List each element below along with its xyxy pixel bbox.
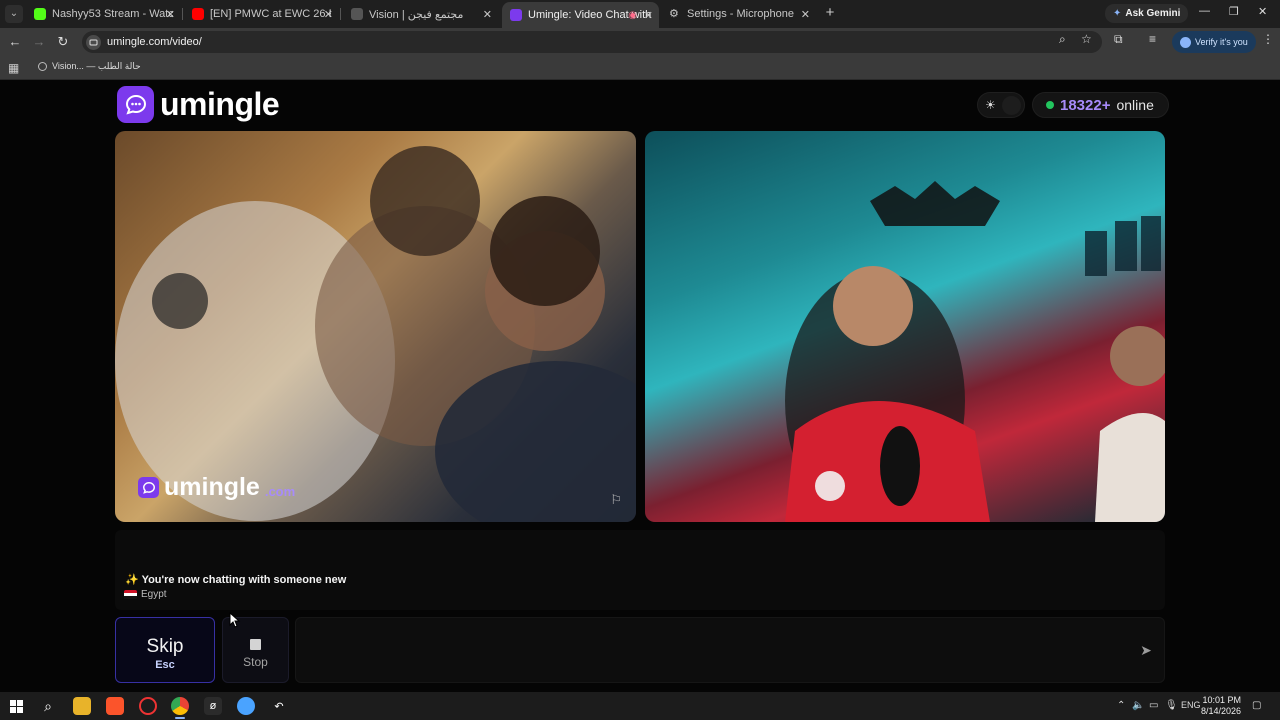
theme-toggle[interactable]: ☀ (977, 92, 1025, 118)
bookmarks-bar: ▦ Vision... — حالة الطلب (0, 56, 1280, 80)
tray-overflow-icon[interactable]: ⌃ (1117, 700, 1125, 711)
site-info-icon[interactable] (86, 34, 101, 50)
egypt-flag-icon (124, 589, 137, 600)
new-tab-button[interactable]: + (822, 5, 838, 21)
message-input[interactable] (295, 617, 1165, 683)
tab-divider (340, 8, 341, 20)
address-bar[interactable]: umingle.com/video/ (82, 31, 1102, 53)
system-clock[interactable]: 10:01 PM 8/14/2026 (1201, 695, 1241, 717)
app-icon[interactable] (139, 697, 157, 715)
send-icon[interactable]: ➤ (1136, 640, 1156, 660)
close-tab-icon[interactable]: ✕ (801, 8, 810, 21)
close-tab-icon[interactable]: ✕ (483, 8, 492, 21)
speaker-icon[interactable]: 🔈 (1132, 700, 1144, 711)
file-explorer-icon[interactable] (73, 697, 91, 715)
extensions-icon[interactable]: ⧉ (1114, 32, 1123, 47)
terminal-icon[interactable]: ø (204, 697, 222, 715)
stop-square-icon (250, 639, 261, 650)
restore-button[interactable]: ❐ (1229, 5, 1239, 18)
browser-tab-bar: ⌄ Nashyy53 Stream - Watch Live ✕ [EN] PM… (0, 0, 1280, 28)
chrome-icon[interactable] (171, 697, 189, 715)
sun-icon: ☀ (985, 98, 996, 112)
online-counter: 18322+ online (1032, 92, 1169, 118)
network-icon[interactable]: ▭ (1149, 700, 1158, 711)
gear-icon: ⚙ (669, 8, 679, 20)
bookmark-vision[interactable]: Vision... — حالة الطلب (38, 61, 141, 72)
umingle-watermark: umingle .com (138, 473, 295, 502)
tab-search-button[interactable]: ⌄ (5, 5, 23, 23)
tab-umingle[interactable]: Umingle: Video Chat with S ◉ ✕ (502, 2, 659, 28)
app-icon-arrow[interactable]: ↶ (270, 697, 288, 715)
stranger-country: Egypt (124, 589, 167, 600)
brave-browser-icon[interactable] (106, 697, 124, 715)
umingle-page: umingle ☀ 18322+ online umingle .com ⚐ ✨… (0, 80, 1280, 692)
language-indicator[interactable]: ENG (1181, 700, 1201, 710)
chat-bubble-icon (117, 86, 154, 123)
close-window-button[interactable]: ✕ (1258, 5, 1267, 18)
toggle-knob (1002, 96, 1021, 115)
apps-grid-icon[interactable]: ▦ (8, 61, 19, 75)
self-video (645, 131, 1165, 522)
self-video-scene (785, 181, 1165, 522)
browser-menu-icon[interactable]: ⋮ (1262, 32, 1274, 46)
verify-identity-button[interactable]: Verify it's you (1172, 31, 1256, 53)
browser-toolbar: ← → ↻ umingle.com/video/ ⌕ ☆ ⧉ ≡ Verify … (0, 28, 1280, 56)
tab-media-icon[interactable]: ≡ (1149, 32, 1156, 46)
active-app-indicator (175, 717, 185, 719)
forward-arrow-icon[interactable]: → (31, 34, 47, 50)
back-arrow-icon[interactable]: ← (7, 34, 23, 50)
close-tab-icon[interactable]: ✕ (644, 9, 653, 22)
close-tab-icon[interactable]: ✕ (166, 8, 175, 21)
stranger-video: umingle .com ⚐ (115, 131, 636, 522)
youtube-icon (192, 8, 204, 20)
mouse-cursor-icon (229, 612, 241, 628)
bookmark-star-icon[interactable]: ☆ (1081, 32, 1092, 46)
report-flag-icon[interactable]: ⚐ (610, 492, 622, 508)
tab-divider (182, 8, 183, 20)
ask-gemini-button[interactable]: ✦ Ask Gemini (1105, 4, 1189, 23)
globe-icon (38, 62, 47, 71)
tab-settings-microphone[interactable]: ⚙ Settings - Microphone ✕ (661, 2, 816, 26)
minimize-button[interactable]: — (1199, 5, 1210, 17)
chat-log: ✨ You're now chatting with someone new E… (115, 530, 1165, 610)
notifications-icon[interactable]: ▢ (1252, 700, 1261, 711)
windows-start-icon[interactable] (7, 697, 25, 715)
stranger-video-scene (115, 146, 636, 522)
vision-site-icon (351, 8, 363, 20)
zoom-icon[interactable]: ⌕ (1059, 32, 1066, 47)
windows-taskbar: ⌕ ø ↶ ⌃ 🔈 ▭ 🎙 ENG 10:01 PM 8/14/2026 ▢ (0, 692, 1280, 720)
sparkle-icon: ✨ (125, 574, 139, 586)
tab-pmwc-youtube[interactable]: [EN] PMWC at EWC 26 Finals D ✕ (184, 2, 339, 26)
search-icon[interactable]: ⌕ (39, 697, 57, 715)
microphone-icon[interactable]: 🎙 (1165, 700, 1178, 711)
chat-bubble-icon (138, 477, 159, 498)
tab-nashyy-stream[interactable]: Nashyy53 Stream - Watch Live ✕ (26, 2, 181, 26)
tab-vision[interactable]: Vision | مجتمع فيجن ✕ (343, 2, 498, 26)
umingle-tab-icon (510, 9, 522, 21)
online-status-dot (1046, 101, 1054, 109)
close-tab-icon[interactable]: ✕ (324, 8, 333, 21)
skip-button[interactable]: Skip Esc (115, 617, 215, 683)
app-icon-blue[interactable] (237, 697, 255, 715)
gemini-sparkle-icon: ✦ (1113, 8, 1122, 19)
system-message: ✨ You're now chatting with someone new (125, 574, 347, 586)
reload-icon[interactable]: ↻ (55, 34, 71, 50)
umingle-logo[interactable]: umingle (117, 86, 280, 123)
kick-icon (34, 8, 46, 20)
recording-icon: ◉ (628, 9, 637, 21)
profile-icon (1180, 36, 1191, 48)
